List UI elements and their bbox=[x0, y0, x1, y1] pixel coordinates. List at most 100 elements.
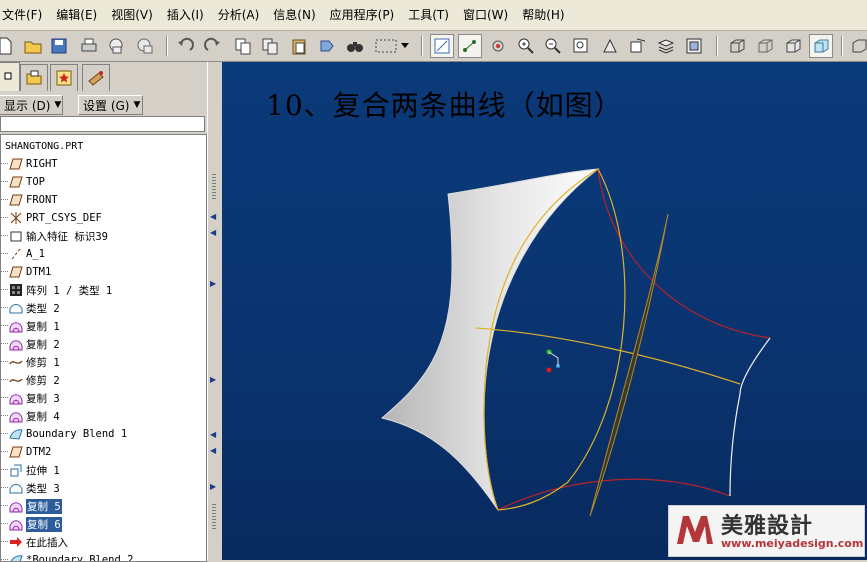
graphics-viewport[interactable]: 10、复合两条曲线（如图） bbox=[222, 62, 867, 560]
print-button[interactable] bbox=[78, 35, 100, 57]
menu-applications[interactable]: 应用程序(P) bbox=[323, 0, 402, 30]
splitter-grip[interactable] bbox=[212, 504, 216, 530]
mail-attach-button[interactable] bbox=[134, 35, 156, 57]
zoom-out-icon[interactable] bbox=[542, 35, 564, 57]
tree-connector bbox=[1, 523, 8, 525]
tree-connector bbox=[1, 469, 8, 471]
tree-item[interactable]: 阵列 1 / 类型 1 bbox=[1, 281, 112, 299]
view-manager-icon[interactable] bbox=[683, 35, 705, 57]
send-mail-button[interactable] bbox=[105, 35, 127, 57]
tree-item[interactable]: TOP bbox=[1, 173, 45, 191]
tree-item[interactable]: 复制 6 bbox=[1, 515, 62, 533]
tree-item[interactable]: 复制 1 bbox=[1, 317, 60, 335]
tree-item[interactable]: DTM2 bbox=[1, 443, 51, 461]
menu-file[interactable]: 文件(F) bbox=[0, 0, 49, 30]
show-dropdown-label: 显示 (D) bbox=[4, 98, 51, 113]
copy-alt-button[interactable] bbox=[259, 35, 281, 57]
zoom-in-icon[interactable] bbox=[515, 35, 537, 57]
redo-button[interactable] bbox=[202, 35, 224, 57]
copy-surface-icon bbox=[9, 499, 23, 513]
layers-icon[interactable] bbox=[655, 35, 677, 57]
open-folder-button[interactable] bbox=[22, 35, 44, 57]
tree-item[interactable]: *Boundary Blend 2 bbox=[1, 551, 133, 561]
save-button[interactable] bbox=[48, 35, 70, 57]
tree-connector bbox=[1, 541, 8, 543]
copy-surface-icon bbox=[9, 517, 23, 531]
tree-connector bbox=[1, 235, 8, 237]
tree-item[interactable]: 复制 4 bbox=[1, 407, 60, 425]
menu-insert[interactable]: 插入(I) bbox=[160, 0, 211, 30]
datum-plane-toggle-button[interactable] bbox=[430, 34, 454, 58]
expand-right-arrow-icon[interactable]: ▶ bbox=[210, 375, 216, 384]
spin-center-button[interactable] bbox=[487, 35, 509, 57]
tree-item[interactable]: 复制 3 bbox=[1, 389, 60, 407]
model-geometry[interactable] bbox=[222, 62, 867, 560]
tree-item[interactable]: RIGHT bbox=[1, 155, 58, 173]
tree-item[interactable]: 拉伸 1 bbox=[1, 461, 60, 479]
menu-view[interactable]: 视图(V) bbox=[104, 0, 160, 30]
pattern-icon bbox=[9, 283, 23, 297]
tree-item[interactable]: 在此插入 bbox=[1, 533, 68, 551]
datum-plane-sliver bbox=[589, 213, 669, 517]
tree-root-part[interactable]: SHANGTONG.PRT bbox=[5, 141, 83, 152]
saved-views-icon[interactable] bbox=[627, 35, 649, 57]
tree-item[interactable]: A_1 bbox=[1, 245, 45, 263]
tree-filter-field[interactable] bbox=[0, 116, 205, 132]
splitter-grip[interactable] bbox=[212, 174, 216, 200]
tree-item[interactable]: 类型 3 bbox=[1, 479, 60, 497]
hidden-line-icon[interactable] bbox=[754, 35, 776, 57]
collapse-left-arrow-icon[interactable]: ◀ bbox=[210, 446, 216, 455]
model-tree-icon[interactable] bbox=[848, 35, 867, 57]
datum-axis-toggle-button[interactable] bbox=[458, 34, 482, 58]
white-edge-right bbox=[729, 337, 771, 497]
tree-item[interactable]: 输入特征 标识39 bbox=[1, 227, 108, 245]
menu-help[interactable]: 帮助(H) bbox=[515, 0, 571, 30]
reorient-icon[interactable] bbox=[599, 35, 621, 57]
tree-item[interactable]: 复制 5 bbox=[1, 497, 62, 515]
no-hidden-icon[interactable] bbox=[782, 35, 804, 57]
expand-right-arrow-icon[interactable]: ▶ bbox=[210, 482, 216, 491]
tab-folder-browser[interactable] bbox=[20, 64, 48, 91]
tree-item[interactable]: 复制 2 bbox=[1, 335, 60, 353]
show-dropdown[interactable]: 显示 (D) ▼ bbox=[0, 95, 63, 115]
collapse-left-arrow-icon[interactable]: ◀ bbox=[210, 228, 216, 237]
new-file-button[interactable] bbox=[0, 35, 16, 57]
menu-edit[interactable]: 编辑(E) bbox=[49, 0, 104, 30]
tab-favorites[interactable] bbox=[50, 64, 78, 91]
tree-item-label: 复制 5 bbox=[26, 498, 62, 514]
tab-connections[interactable] bbox=[82, 64, 110, 91]
selection-dropdown-arrow[interactable] bbox=[398, 35, 412, 57]
tree-item[interactable]: DTM1 bbox=[1, 263, 51, 281]
tree-item[interactable]: 修剪 1 bbox=[1, 353, 60, 371]
menu-tools[interactable]: 工具(T) bbox=[401, 0, 456, 30]
collapse-left-arrow-icon[interactable]: ◀ bbox=[210, 212, 216, 221]
settings-dropdown[interactable]: 设置 (G) ▼ bbox=[78, 95, 143, 115]
find-binoculars-button[interactable] bbox=[344, 35, 366, 57]
tree-item[interactable]: 类型 2 bbox=[1, 299, 60, 317]
tree-item[interactable]: 修剪 2 bbox=[1, 371, 60, 389]
tree-item-label: 复制 3 bbox=[26, 392, 60, 405]
tree-connector bbox=[1, 307, 8, 309]
tree-item[interactable]: FRONT bbox=[1, 191, 58, 209]
tree-item[interactable]: PRT_CSYS_DEF bbox=[1, 209, 102, 227]
copy-surface-icon bbox=[9, 337, 23, 351]
paste-special-button[interactable] bbox=[316, 35, 338, 57]
red-edge-top bbox=[597, 168, 771, 339]
collapse-left-arrow-icon[interactable]: ◀ bbox=[210, 430, 216, 439]
shading-icon[interactable] bbox=[809, 34, 833, 58]
refit-icon[interactable] bbox=[570, 35, 592, 57]
panel-splitter[interactable]: ◀ ◀ ▶ ▶ ◀ ◀ ▶ bbox=[207, 62, 223, 560]
tree-connector bbox=[1, 433, 8, 435]
undo-button[interactable] bbox=[174, 35, 196, 57]
copy-button[interactable] bbox=[232, 35, 254, 57]
wireframe-icon[interactable] bbox=[726, 35, 748, 57]
expand-right-arrow-icon[interactable]: ▶ bbox=[210, 279, 216, 288]
tree-item-label: DTM1 bbox=[26, 266, 52, 278]
menu-window[interactable]: 窗口(W) bbox=[456, 0, 515, 30]
copy-surface-icon bbox=[9, 391, 23, 405]
tree-item[interactable]: Boundary Blend 1 bbox=[1, 425, 127, 443]
menu-analysis[interactable]: 分析(A) bbox=[211, 0, 267, 30]
menu-info[interactable]: 信息(N) bbox=[266, 0, 322, 30]
tab-model-tree[interactable] bbox=[0, 62, 20, 91]
paste-button[interactable] bbox=[288, 35, 310, 57]
